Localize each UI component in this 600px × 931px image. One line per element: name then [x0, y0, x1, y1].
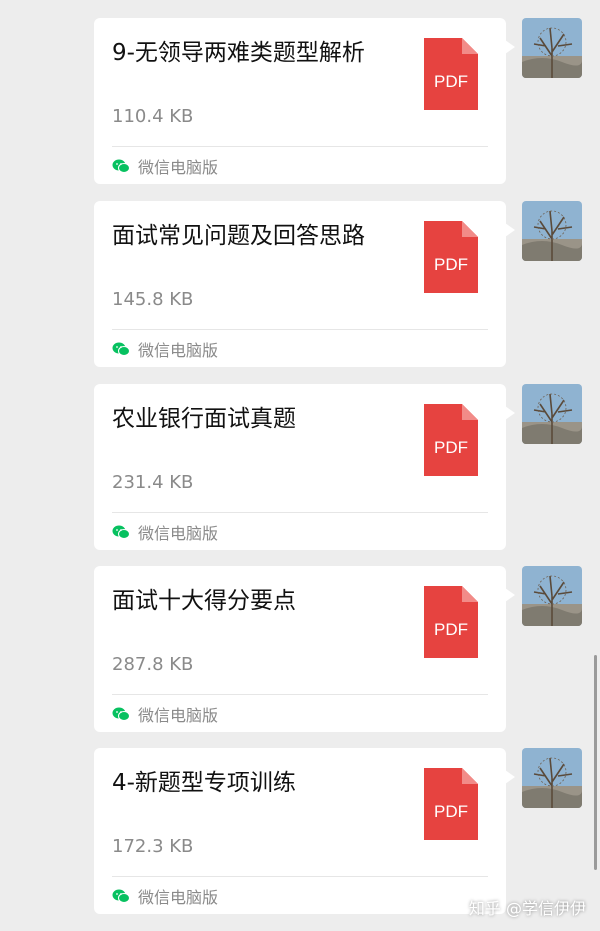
- file-title: 农业银行面试真题: [112, 406, 296, 432]
- pdf-file-icon: PDF: [424, 586, 478, 658]
- message-source: 微信电脑版: [112, 702, 218, 726]
- file-title: 9-无领导两难类题型解析: [112, 40, 365, 66]
- pdf-badge-label: PDF: [434, 255, 468, 274]
- pdf-file-icon: PDF: [424, 221, 478, 293]
- watermark: 知乎 @学信伊伊: [468, 899, 586, 918]
- divider: [112, 512, 488, 513]
- pdf-file-icon: PDF: [424, 404, 478, 476]
- wechat-icon: [112, 525, 130, 539]
- message-source: 微信电脑版: [112, 884, 218, 908]
- message-source: 微信电脑版: [112, 337, 218, 361]
- wechat-icon: [112, 342, 130, 356]
- message-row: 4-新题型专项训练 172.3 KB PDF 微信电脑版: [0, 748, 600, 918]
- file-title: 面试常见问题及回答思路: [112, 223, 365, 249]
- file-size: 145.8 KB: [112, 289, 194, 310]
- scrollbar[interactable]: [594, 655, 597, 870]
- source-label: 微信电脑版: [138, 524, 219, 543]
- wechat-icon: [112, 159, 130, 173]
- message-row: 面试十大得分要点 287.8 KB PDF 微信电脑版: [0, 566, 600, 736]
- file-message-bubble[interactable]: 农业银行面试真题 231.4 KB PDF 微信电脑版: [94, 384, 515, 550]
- pdf-badge-label: PDF: [434, 620, 468, 639]
- message-source: 微信电脑版: [112, 520, 218, 544]
- file-message-bubble[interactable]: 9-无领导两难类题型解析 110.4 KB PDF 微信电脑版: [94, 18, 515, 184]
- pdf-badge-label: PDF: [434, 438, 468, 457]
- wechat-icon: [112, 707, 130, 721]
- file-size: 231.4 KB: [112, 472, 194, 493]
- file-title: 面试十大得分要点: [112, 588, 296, 614]
- pdf-badge-label: PDF: [434, 802, 468, 821]
- pdf-badge-label: PDF: [434, 72, 468, 91]
- file-size: 287.8 KB: [112, 654, 194, 675]
- message-row: 面试常见问题及回答思路 145.8 KB PDF 微信电脑版: [0, 201, 600, 371]
- message-source: 微信电脑版: [112, 154, 218, 178]
- divider: [112, 146, 488, 147]
- divider: [112, 876, 488, 877]
- file-size: 110.4 KB: [112, 106, 194, 127]
- chat-message-list[interactable]: 9-无领导两难类题型解析 110.4 KB PDF 微信电脑版 面试常见问题及回…: [0, 0, 600, 931]
- divider: [112, 694, 488, 695]
- avatar[interactable]: [522, 18, 582, 78]
- pdf-file-icon: PDF: [424, 38, 478, 110]
- file-size: 172.3 KB: [112, 836, 194, 857]
- wechat-icon: [112, 889, 130, 903]
- source-label: 微信电脑版: [138, 706, 219, 725]
- message-row: 农业银行面试真题 231.4 KB PDF 微信电脑版: [0, 384, 600, 554]
- divider: [112, 329, 488, 330]
- avatar[interactable]: [522, 201, 582, 261]
- pdf-file-icon: PDF: [424, 768, 478, 840]
- source-label: 微信电脑版: [138, 158, 219, 177]
- message-row: 9-无领导两难类题型解析 110.4 KB PDF 微信电脑版: [0, 18, 600, 188]
- source-label: 微信电脑版: [138, 341, 219, 360]
- avatar[interactable]: [522, 566, 582, 626]
- avatar[interactable]: [522, 748, 582, 808]
- file-title: 4-新题型专项训练: [112, 770, 296, 796]
- file-message-bubble[interactable]: 4-新题型专项训练 172.3 KB PDF 微信电脑版: [94, 748, 515, 914]
- file-message-bubble[interactable]: 面试十大得分要点 287.8 KB PDF 微信电脑版: [94, 566, 515, 732]
- file-message-bubble[interactable]: 面试常见问题及回答思路 145.8 KB PDF 微信电脑版: [94, 201, 515, 367]
- avatar[interactable]: [522, 384, 582, 444]
- source-label: 微信电脑版: [138, 888, 219, 907]
